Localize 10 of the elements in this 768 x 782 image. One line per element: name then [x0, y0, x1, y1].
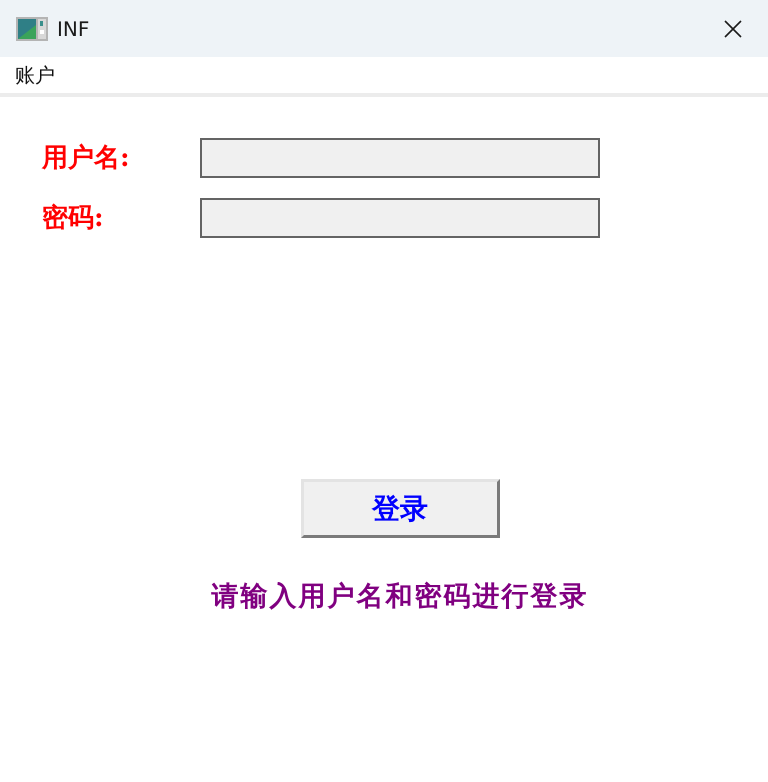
field-label: 密码:: [42, 202, 105, 234]
window-title: INF: [57, 16, 90, 40]
status-message: 请输入用户名和密码进行登录: [212, 580, 588, 614]
close-icon: [724, 20, 742, 38]
input-field[interactable]: [200, 198, 600, 238]
input-field[interactable]: [200, 138, 600, 178]
app-window-icon: [16, 16, 48, 40]
menu-item[interactable]: 账户: [13, 63, 57, 87]
field-label: 用户名:: [42, 142, 131, 174]
login-button[interactable]: 登录: [300, 479, 500, 538]
